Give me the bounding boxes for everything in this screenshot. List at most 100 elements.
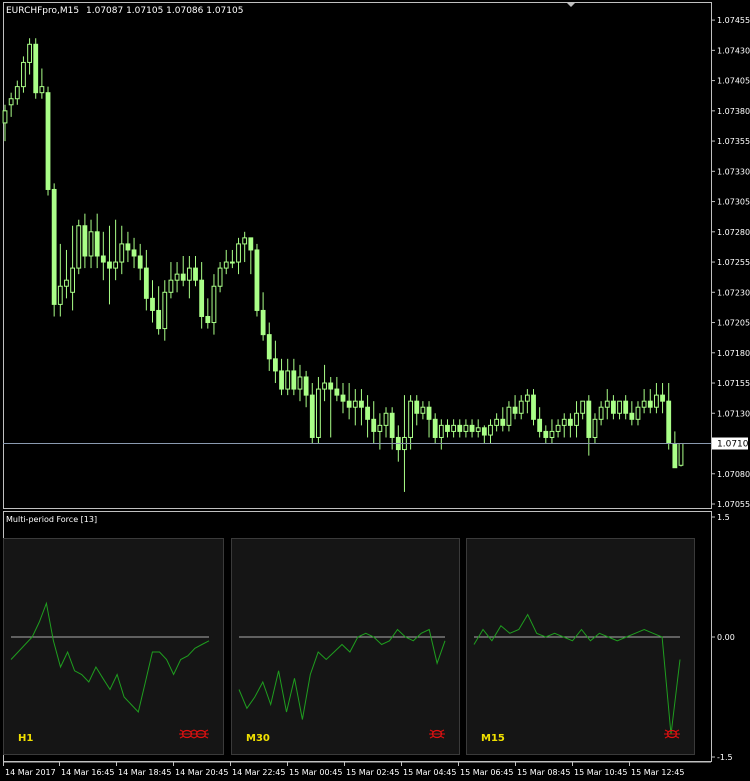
candle-bear: [672, 443, 678, 469]
candle-bull: [88, 231, 94, 257]
candle-bear: [389, 412, 395, 438]
candle-bull: [654, 394, 659, 408]
candle-bull: [21, 61, 26, 88]
candle-bear: [445, 424, 450, 432]
force-panel-m30: M30: [231, 538, 460, 755]
candle-bear: [432, 418, 438, 438]
time-tick-label: 15 Mar 12:45: [631, 768, 684, 777]
candle-bull: [8, 98, 14, 106]
candle-bear: [531, 394, 536, 420]
candle-bull: [635, 406, 641, 420]
candle-bear: [291, 370, 297, 390]
price-tick-label: 1.07230: [717, 288, 750, 297]
candle-bear: [512, 406, 518, 414]
candle-bear: [199, 279, 205, 317]
candle-bear: [359, 400, 364, 408]
candle-bear: [334, 388, 340, 396]
candle-bull: [641, 400, 647, 408]
candle-bull: [322, 382, 327, 390]
candle-bear: [143, 267, 149, 299]
candle-bear: [660, 394, 665, 402]
candle-bull: [518, 400, 524, 414]
candle-bear: [340, 394, 346, 402]
candle-bull: [223, 261, 229, 269]
candle-bear: [610, 400, 616, 414]
candle-bull: [57, 285, 63, 305]
price-tick-label: 1.07330: [717, 167, 750, 176]
indicator-tick-label: 1.5: [717, 513, 730, 522]
candle-bull: [316, 388, 321, 438]
candle-bear: [205, 315, 211, 324]
candle-bear: [457, 424, 463, 432]
candle-bear: [537, 418, 543, 432]
candle-bear: [125, 243, 131, 251]
candle-bull: [217, 267, 223, 287]
candle-bull: [39, 86, 45, 94]
candle-bull: [438, 424, 444, 438]
time-tick-label: 15 Mar 06:45: [460, 768, 513, 777]
candle-bear: [346, 400, 352, 408]
candle-bull: [678, 443, 684, 466]
candle-bear: [248, 237, 254, 251]
price-tick-label: 1.07205: [717, 319, 750, 328]
chart-symbol: EURCHFpro,M15: [6, 6, 79, 16]
indicator-subpanels: H1 M30 M15: [3, 538, 695, 755]
candle-bull: [297, 376, 303, 390]
force-panel-frame: [466, 538, 695, 755]
candle-bull: [604, 400, 610, 408]
indicator-tick-label: 0.00: [717, 633, 735, 642]
time-tick-label: 14 Mar 22:45: [232, 768, 285, 777]
candle-bull: [113, 261, 119, 269]
candle-bear: [481, 427, 487, 436]
candle-bear: [426, 406, 432, 420]
force-panel-m15: M15: [466, 538, 695, 755]
candle-bull: [64, 279, 69, 287]
price-tick-label: 1.07380: [717, 107, 750, 116]
candle-bear: [469, 424, 475, 432]
candle-bull: [285, 370, 291, 390]
candle-bear: [137, 255, 143, 269]
candle-bear: [365, 406, 370, 420]
candle-bull: [506, 406, 512, 426]
candle-bull: [377, 424, 383, 432]
force-panel-frame: [3, 538, 224, 755]
current-price-label: 1.07105: [717, 440, 750, 450]
candle-bull: [580, 400, 586, 414]
candle-bear: [266, 334, 272, 360]
candle-bull: [236, 243, 241, 263]
candle-bear: [586, 400, 592, 438]
trading-chart[interactable]: EURCHFpro,M15 1.07087 1.07105 1.07086 1.…: [0, 0, 750, 781]
time-tick-label: 15 Mar 00:45: [289, 768, 342, 777]
candle-bull: [494, 418, 500, 426]
candle-bear: [180, 273, 186, 281]
time-tick-label: 14 Mar 16:45: [61, 768, 114, 777]
force-panel-frame: [231, 538, 460, 755]
candle-bear: [666, 400, 672, 445]
candle-bull: [76, 225, 82, 269]
timeframe-label: M15: [481, 733, 505, 744]
price-tick-label: 1.07355: [717, 137, 750, 146]
candle-bear: [500, 418, 506, 426]
candle-bear: [567, 418, 573, 426]
candle-bull: [420, 406, 426, 414]
force-panel-h1: H1: [3, 538, 224, 755]
candle-bear: [254, 249, 260, 311]
candle-bear: [309, 394, 315, 438]
candle-bear: [279, 370, 284, 390]
time-tick-label: 15 Mar 08:45: [517, 768, 570, 777]
candle-bear: [193, 267, 198, 281]
candle-bear: [45, 92, 51, 190]
price-tick-label: 1.07305: [717, 198, 750, 207]
candle-bull: [70, 267, 76, 293]
candle-bear: [150, 297, 155, 311]
time-tick-label: 14 Mar 2017: [5, 768, 56, 777]
time-tick-label: 14 Mar 20:45: [175, 768, 228, 777]
price-tick-label: 1.07430: [717, 46, 750, 55]
candle-bull: [229, 261, 235, 264]
candle-bull: [168, 279, 174, 293]
candle-bear: [414, 400, 420, 414]
candle-bull: [408, 400, 414, 438]
price-tick-label: 1.07280: [717, 228, 750, 237]
candle-bull: [242, 237, 248, 245]
candle-bear: [156, 309, 162, 330]
